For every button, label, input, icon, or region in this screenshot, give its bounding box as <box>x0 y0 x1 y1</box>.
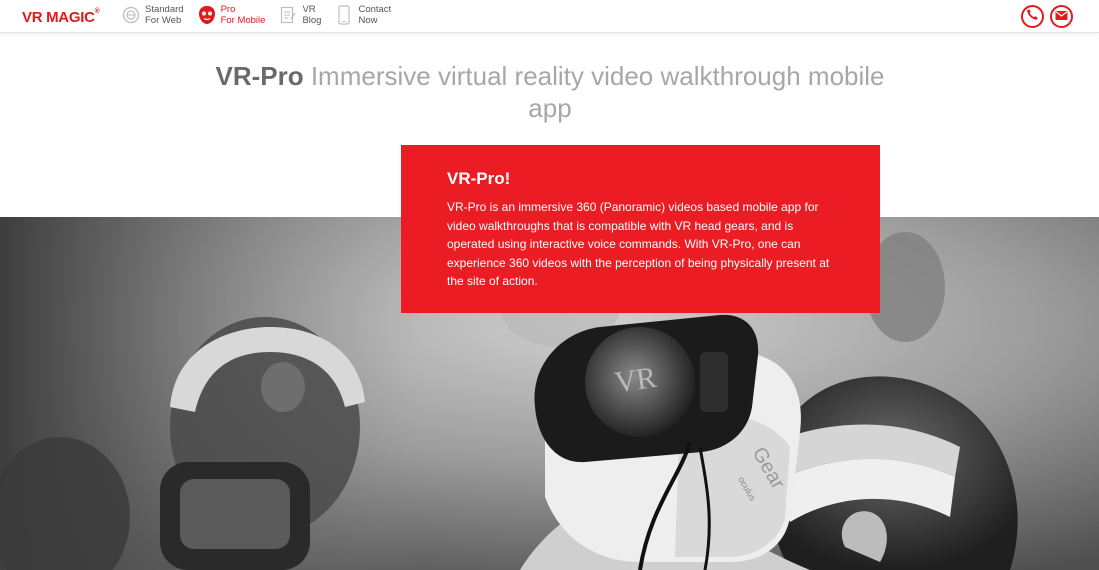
panorama-icon <box>122 5 140 25</box>
product-info-card: VR-Pro! VR-Pro is an immersive 360 (Pano… <box>401 145 880 313</box>
phone-icon <box>1026 8 1039 26</box>
nav-item-vr-blog[interactable]: VR Blog <box>279 4 322 26</box>
document-icon <box>279 5 297 25</box>
phone-device-icon <box>335 5 353 25</box>
nav-item-pro-for-mobile[interactable]: Pro For Mobile <box>198 4 266 26</box>
nav-item-contact-now[interactable]: Contact Now <box>335 4 392 26</box>
nav-label-pro: Pro For Mobile <box>220 4 266 26</box>
brand-name: VR MAGIC <box>22 9 95 26</box>
card-description: VR-Pro is an immersive 360 (Panoramic) v… <box>447 200 830 289</box>
page: VR MAGIC® Standard For Web Pro For Mobile … <box>0 0 1099 570</box>
nav-label-blog: VR Blog <box>302 4 322 26</box>
brand-registered-mark: ® <box>94 8 100 15</box>
brand-logo[interactable]: VR MAGIC® <box>22 8 100 26</box>
nav-item-standard-for-web[interactable]: Standard For Web <box>122 4 184 26</box>
card-title: VR-Pro! <box>447 169 511 188</box>
page-title-product: VR-Pro <box>215 61 304 91</box>
page-title-tagline: Immersive virtual reality video walkthro… <box>303 61 885 123</box>
top-navigation-bar: VR MAGIC® Standard For Web Pro For Mobile … <box>0 0 1099 33</box>
main-nav: Standard For Web Pro For Mobile VR Blog Con… <box>122 4 405 26</box>
mask-icon <box>198 5 216 25</box>
call-button[interactable] <box>1021 5 1044 28</box>
headset-screen-text: VR <box>613 361 659 399</box>
email-button[interactable] <box>1050 5 1073 28</box>
nav-label-standard: Standard For Web <box>145 4 184 26</box>
header-actions <box>1015 5 1073 28</box>
page-title: VR-Pro Immersive virtual reality video w… <box>200 60 900 124</box>
mail-icon <box>1055 8 1068 26</box>
nav-label-contact: Contact Now <box>358 4 392 26</box>
